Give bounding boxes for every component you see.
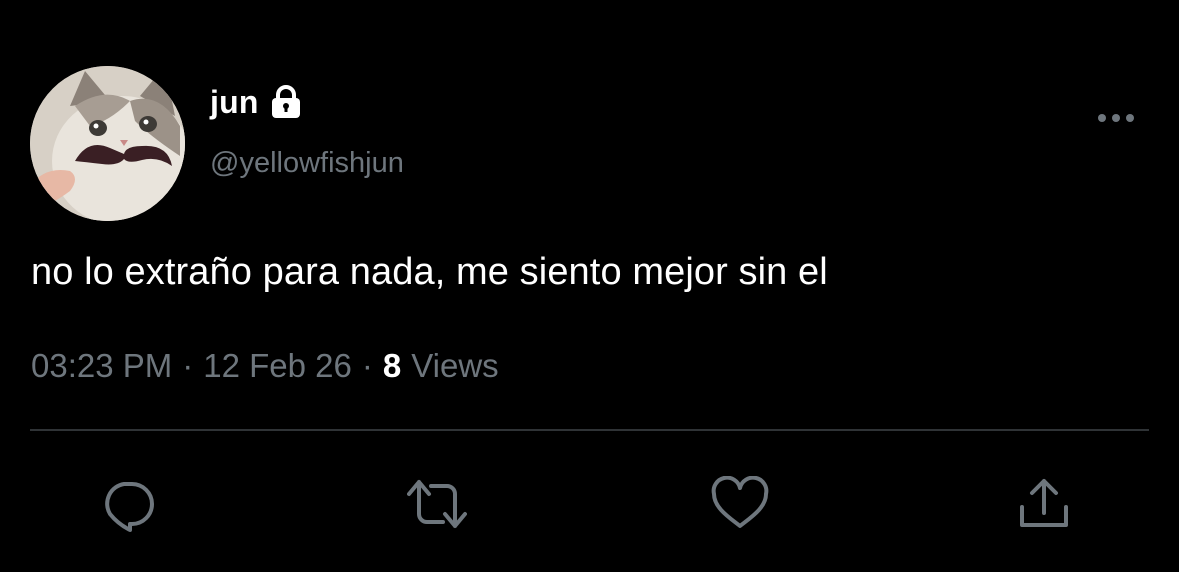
share-button[interactable] <box>1014 474 1074 534</box>
divider <box>30 429 1149 431</box>
tweet-text: no lo extraño para nada, me siento mejor… <box>31 251 828 293</box>
tweet-date[interactable]: 12 Feb 26 <box>203 347 352 385</box>
heart-icon <box>711 476 769 528</box>
cat-avatar-image <box>30 66 185 221</box>
share-icon <box>1020 479 1068 527</box>
tweet-time[interactable]: 03:23 PM <box>31 347 172 385</box>
meta-separator: · <box>361 347 373 384</box>
tweet-detail: jun @yellowfishjun no lo extraño para na… <box>0 0 1179 572</box>
user-handle[interactable]: @yellowfishjun <box>210 147 404 180</box>
tweet-meta: 03:23 PM · 12 Feb 26 · 8 Views <box>31 347 499 385</box>
display-name[interactable]: jun <box>210 84 259 121</box>
more-options-button[interactable] <box>1094 104 1138 132</box>
avatar[interactable] <box>30 66 185 221</box>
lock-icon <box>269 84 303 120</box>
display-name-row: jun <box>210 82 303 122</box>
like-button[interactable] <box>710 474 770 534</box>
reply-icon <box>105 482 154 532</box>
meta-separator: · <box>182 347 194 384</box>
retweet-icon <box>407 480 467 528</box>
retweet-button[interactable] <box>407 474 467 534</box>
views-label[interactable]: Views <box>411 347 498 385</box>
ellipsis-icon <box>1098 114 1134 122</box>
reply-button[interactable] <box>98 474 158 534</box>
views-count[interactable]: 8 <box>383 347 401 385</box>
